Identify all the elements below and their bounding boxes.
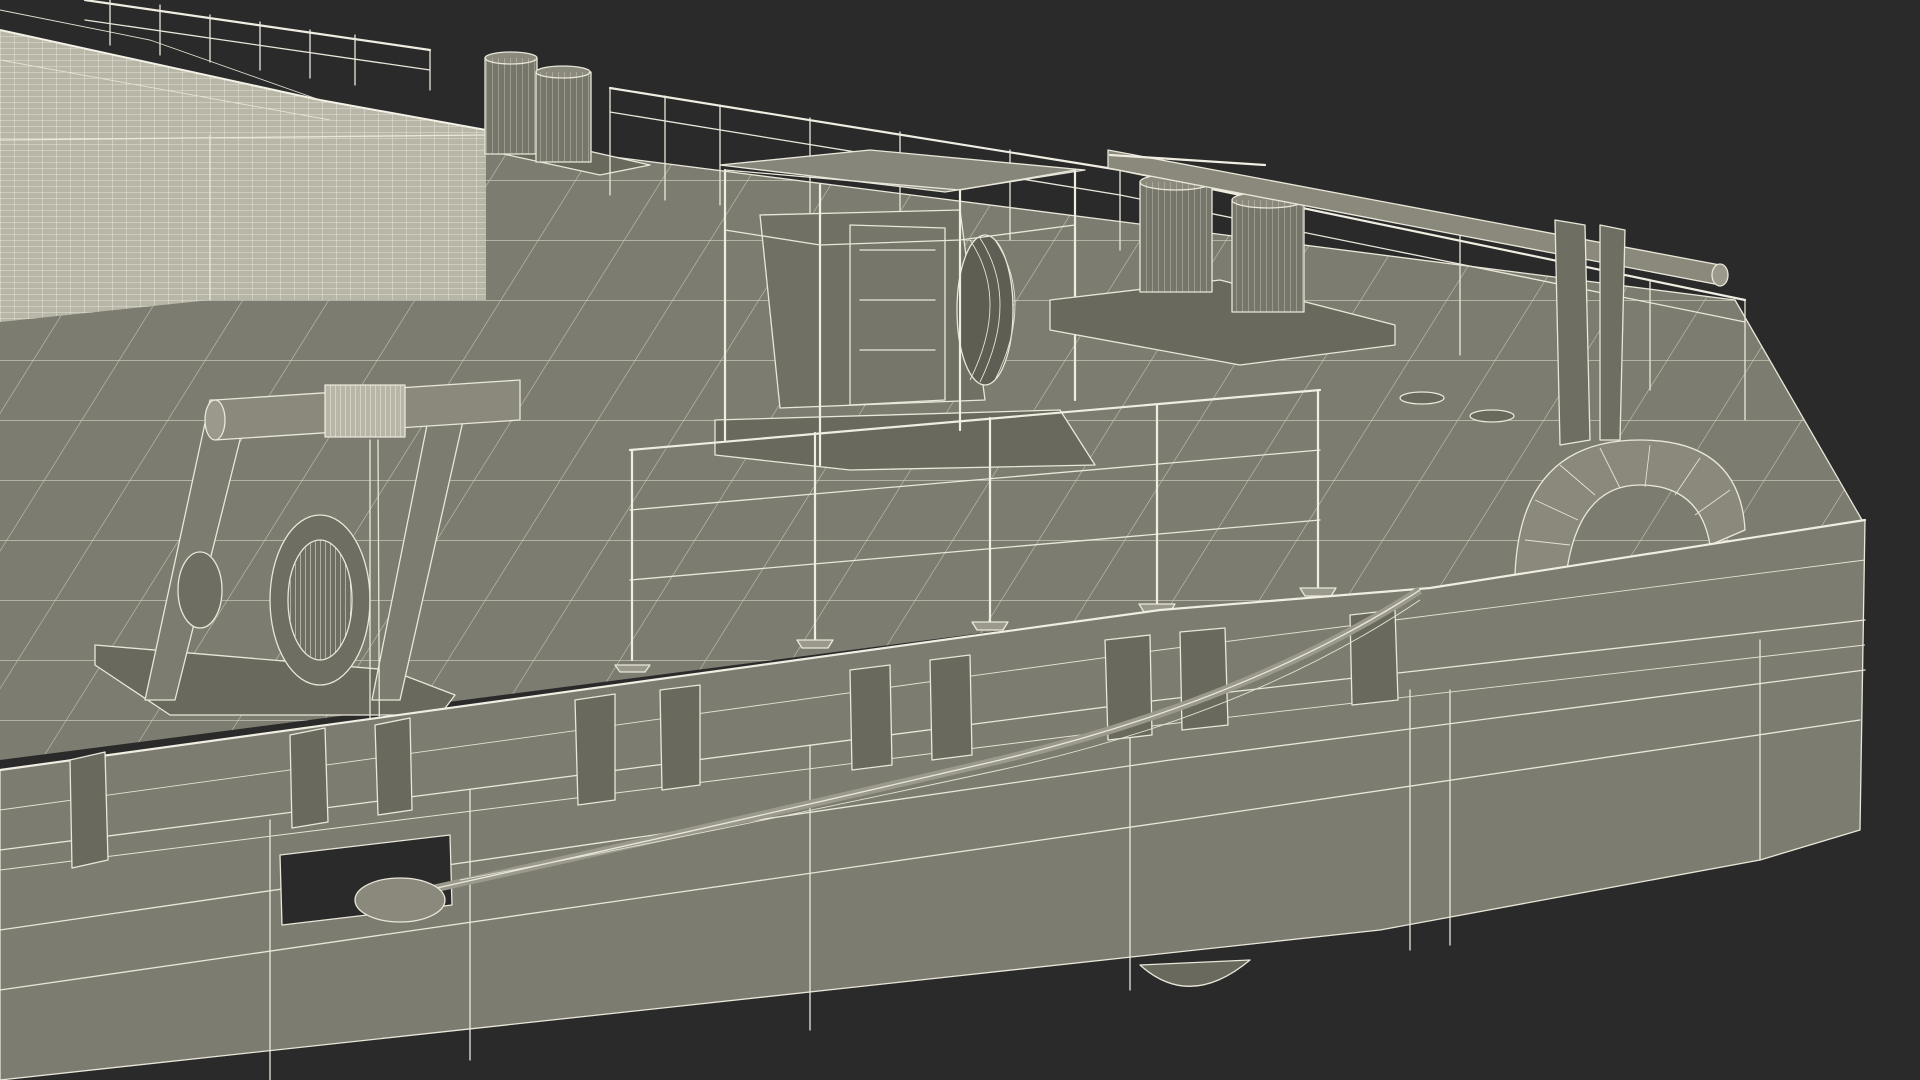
wireframe-barge-render [0, 0, 1920, 1080]
